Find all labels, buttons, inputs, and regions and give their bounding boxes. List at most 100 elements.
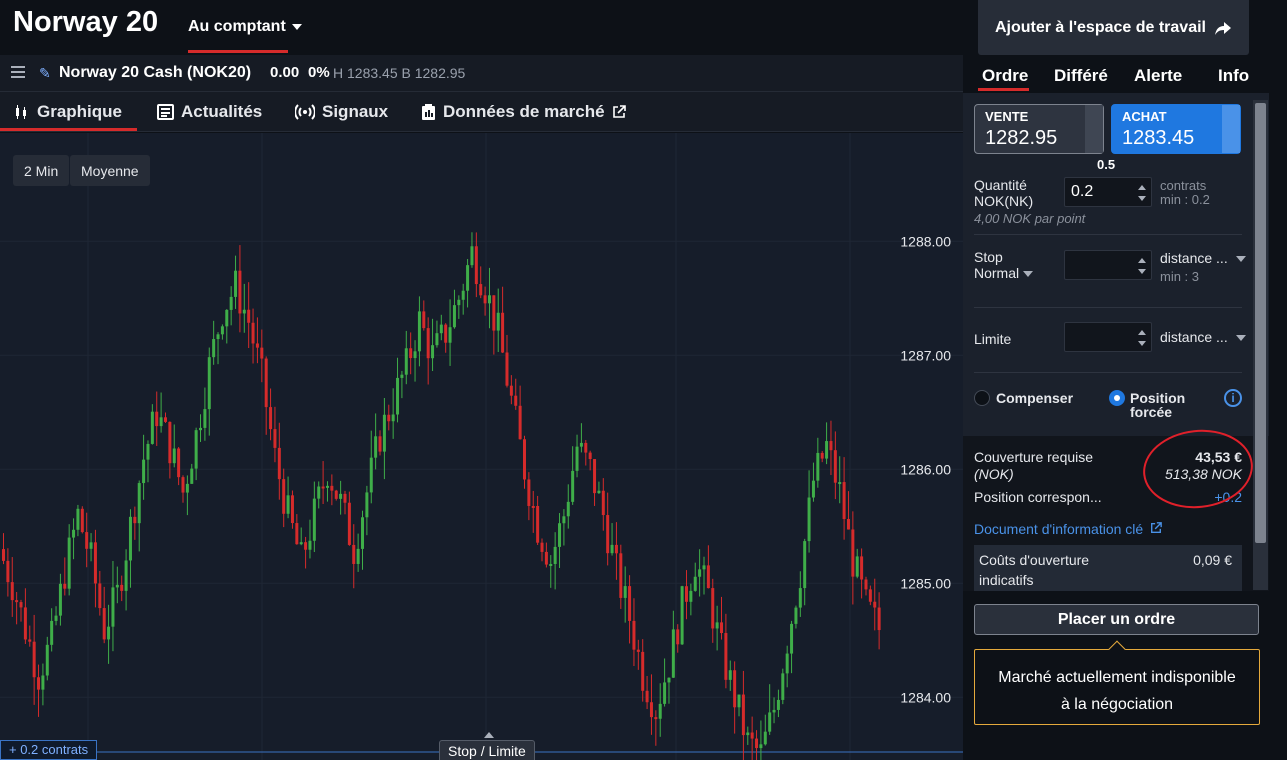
tab-chart[interactable]: Graphique	[14, 102, 122, 122]
stepper-down-icon[interactable]	[1138, 341, 1146, 346]
candle-body	[733, 670, 737, 708]
candle-body	[680, 586, 684, 645]
tab-info[interactable]: Info	[1218, 66, 1249, 86]
candle-body	[93, 542, 97, 584]
external-link-icon	[612, 105, 626, 118]
stop-type-dropdown[interactable]: Normal	[974, 265, 1034, 281]
costs-value: 0,09 €	[1193, 552, 1232, 568]
margin-label: Couverture requise	[974, 449, 1094, 465]
candle-body	[851, 529, 855, 577]
limit-stepper[interactable]	[1064, 322, 1152, 352]
scrollbar-thumb[interactable]	[1255, 103, 1266, 543]
candle-body	[873, 601, 877, 608]
candle-body	[540, 542, 544, 552]
info-icon[interactable]: i	[1224, 389, 1242, 407]
tab-order[interactable]: Ordre	[982, 66, 1028, 86]
quantity-currency: NOK(NK)	[974, 193, 1034, 209]
kid-document-link[interactable]: Document d'information clé	[974, 521, 1162, 537]
market-message-line-2: à la négociation	[1060, 696, 1174, 713]
candle-body	[562, 516, 566, 524]
chevron-down-icon	[1023, 271, 1034, 278]
candle-body	[255, 343, 259, 348]
tab-news[interactable]: Actualités	[157, 102, 262, 122]
candle-body	[509, 385, 513, 396]
candle-body	[251, 322, 255, 344]
y-tick-label: 1287.00	[900, 347, 951, 363]
stepper-up-icon[interactable]	[1138, 258, 1146, 263]
candle-body	[641, 651, 645, 691]
candle-body	[619, 553, 623, 598]
chart-tabs: Graphique Actualités Signaux Données de …	[0, 92, 963, 132]
candlestick-chart[interactable]: 1288.00 1287.00 1286.00 1285.00 1284.00	[0, 133, 963, 760]
quantity-min: min : 0.2	[1160, 192, 1210, 207]
candle-body	[133, 516, 137, 524]
tab-alert[interactable]: Alerte	[1134, 66, 1182, 86]
indicator-button[interactable]: Moyenne	[70, 155, 150, 186]
candle-body	[466, 265, 470, 291]
candle-body	[181, 477, 185, 493]
candle-body	[444, 324, 448, 343]
mode-label: Au comptant	[188, 18, 286, 35]
candle-body	[190, 468, 194, 484]
candle-body	[264, 358, 268, 408]
market-data-icon	[422, 103, 435, 120]
tab-market-data-label: Données de marché	[443, 102, 605, 121]
menu-icon[interactable]	[11, 66, 25, 78]
stepper-down-icon[interactable]	[1138, 269, 1146, 274]
candle-body	[693, 576, 697, 591]
candle-body	[378, 436, 382, 452]
quantity-stepper[interactable]: 0.2	[1064, 177, 1152, 207]
radio-forced-position[interactable]	[1109, 390, 1125, 406]
candle-body	[404, 348, 408, 375]
candle-body	[203, 409, 207, 428]
candle-body	[273, 429, 277, 448]
mode-dropdown[interactable]: Au comptant	[188, 18, 302, 52]
buy-button[interactable]: ACHAT 1283.45	[1111, 104, 1241, 154]
candle-body	[487, 295, 491, 304]
stepper-down-icon[interactable]	[1138, 196, 1146, 201]
candle-body	[80, 508, 84, 533]
candle-body	[45, 644, 49, 676]
price-chart[interactable]: 1288.00 1287.00 1286.00 1285.00 1284.00 2 Mi…	[0, 133, 963, 760]
tab-signals-label: Signaux	[322, 102, 389, 121]
stop-limit-handle[interactable]: Stop / Limite	[439, 740, 535, 760]
limit-distance-dropdown[interactable]: distance ...	[1160, 329, 1246, 345]
candle-body	[409, 348, 413, 359]
candle-body	[37, 677, 41, 690]
candle-body	[763, 731, 767, 745]
stop-type-value: Normal	[974, 265, 1020, 281]
pencil-icon[interactable]: ✎	[39, 65, 51, 82]
order-panel: VENTE 1282.95 ACHAT 1283.45 0.5 Quantité…	[963, 93, 1269, 591]
timeframe-button[interactable]: 2 Min	[13, 155, 70, 186]
stop-stepper[interactable]	[1064, 250, 1152, 280]
candle-body	[479, 284, 483, 296]
candle-body	[365, 492, 369, 518]
place-order-button[interactable]: Placer un ordre	[974, 604, 1259, 635]
candle-body	[452, 305, 456, 328]
candle-body	[374, 436, 378, 458]
candle-body	[6, 560, 10, 583]
stepper-up-icon[interactable]	[1138, 330, 1146, 335]
sell-button[interactable]: VENTE 1282.95	[974, 104, 1104, 154]
stepper-up-icon[interactable]	[1138, 185, 1146, 190]
candle-body	[597, 490, 601, 494]
tab-market-data[interactable]: Données de marché	[421, 102, 626, 122]
candle-body	[369, 457, 373, 493]
candle-body	[860, 556, 864, 580]
position-label[interactable]: + 0.2 contrats	[0, 740, 98, 760]
radio-compensate[interactable]	[974, 390, 990, 406]
candle-body	[601, 490, 605, 516]
opening-costs-box: Coûts d'ouverture indicatifs 0,09 €	[974, 545, 1242, 591]
candle-body	[400, 374, 404, 378]
candle-body	[492, 295, 496, 331]
tab-deferred[interactable]: Différé	[1054, 66, 1108, 86]
stop-distance-dropdown[interactable]: distance ...	[1160, 250, 1246, 266]
tab-signals[interactable]: Signaux	[295, 102, 388, 122]
candle-body	[23, 607, 27, 640]
tab-chart-label: Graphique	[37, 102, 123, 121]
candle-body	[737, 694, 741, 708]
sell-price: 1282.95	[985, 127, 1058, 149]
add-to-workspace-button[interactable]: Ajouter à l'espace de travail	[978, 0, 1249, 55]
candle-body	[229, 296, 233, 310]
candle-body	[811, 480, 815, 498]
